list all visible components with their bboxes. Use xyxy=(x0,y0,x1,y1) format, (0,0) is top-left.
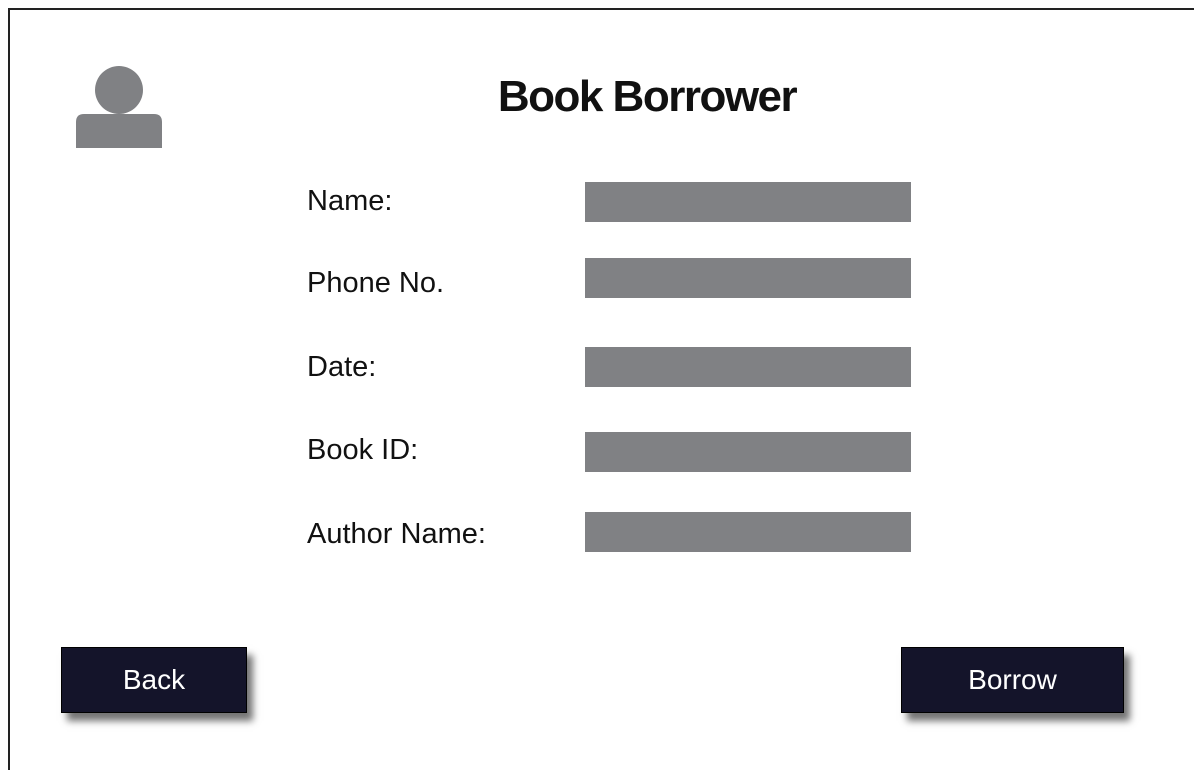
back-button-label: Back xyxy=(122,664,186,695)
author-name-field[interactable] xyxy=(585,512,911,552)
name-field[interactable] xyxy=(585,182,911,222)
phone-field[interactable] xyxy=(585,258,911,298)
name-label: Name: xyxy=(307,185,393,217)
borrow-button[interactable]: Borrow xyxy=(901,647,1124,713)
author-name-label: Author Name: xyxy=(307,518,486,550)
date-field[interactable] xyxy=(585,347,911,387)
page-title: Book Borrower xyxy=(497,72,798,121)
book-id-field[interactable] xyxy=(585,432,911,472)
phone-label: Phone No. xyxy=(307,267,445,299)
book-id-label: Book ID: xyxy=(307,434,419,466)
back-button[interactable]: Back xyxy=(61,647,247,713)
date-label: Date: xyxy=(307,351,377,383)
borrow-button-label: Borrow xyxy=(968,664,1057,695)
